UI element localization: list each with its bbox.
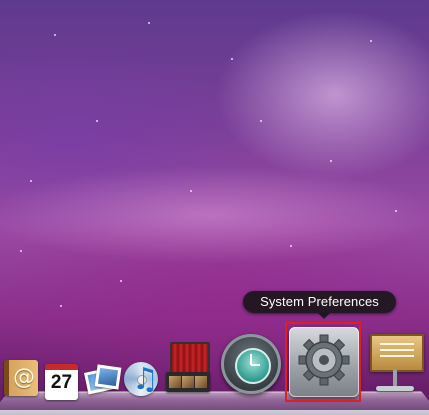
highlight-box: [285, 322, 361, 402]
tooltip-arrow: [318, 313, 330, 319]
dock-tooltip: System Preferences: [243, 291, 396, 313]
time-machine-icon[interactable]: [221, 334, 281, 394]
calendar-date: 27: [50, 372, 73, 393]
itunes-icon[interactable]: ♫: [124, 358, 162, 397]
imovie-icon[interactable]: [166, 342, 210, 396]
keynote-icon[interactable]: [366, 330, 424, 392]
preview-icon[interactable]: [83, 360, 122, 396]
desktop-wallpaper: [0, 0, 429, 410]
address-book-icon[interactable]: @: [4, 360, 38, 396]
ical-icon[interactable]: 27: [45, 364, 78, 400]
